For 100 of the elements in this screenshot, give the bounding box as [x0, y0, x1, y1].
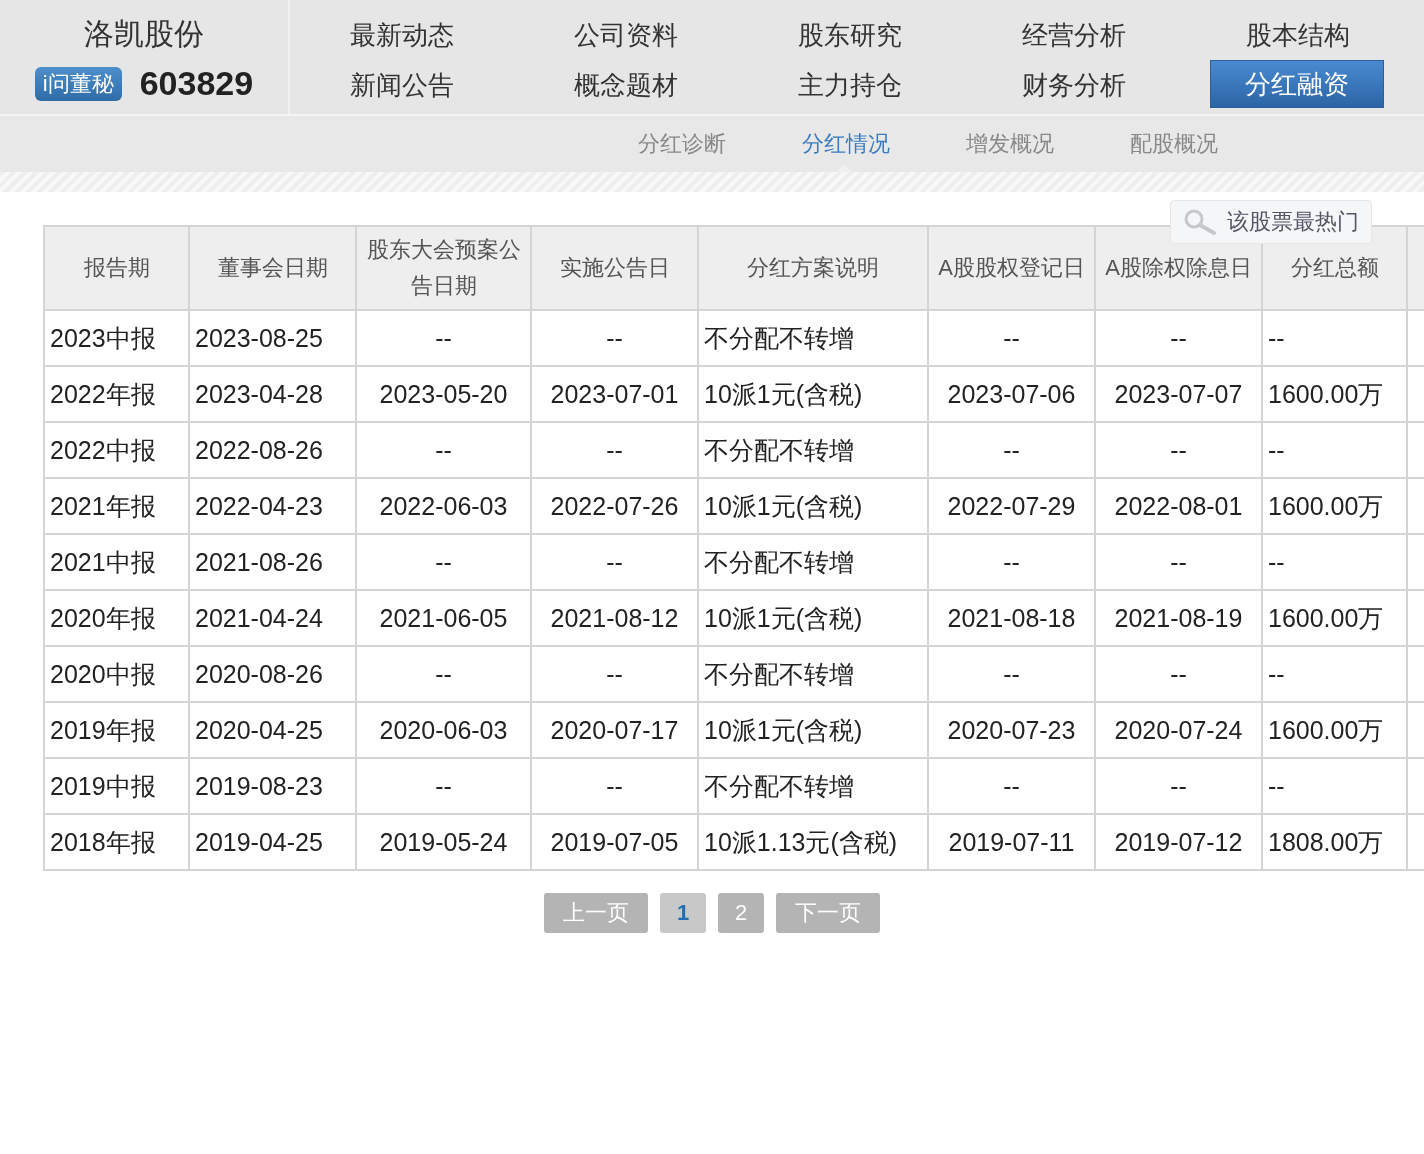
table-cell: 2019中报: [44, 758, 189, 814]
table-cell: 2018年报: [44, 814, 189, 870]
nav-tab[interactable]: 财务分析: [982, 60, 1166, 110]
table-cell: --: [356, 310, 531, 366]
search-tip[interactable]: 该股票最热门: [1170, 200, 1372, 244]
table-cell: 1600.00万: [1262, 590, 1407, 646]
table-cell: --: [1262, 310, 1407, 366]
table-cell: 2021-06-05: [356, 590, 531, 646]
company-name: 洛凯股份: [84, 16, 204, 52]
table-cell: 2023中报: [44, 310, 189, 366]
search-icon: [1183, 209, 1217, 235]
table-cell: 不分配不转增: [698, 534, 928, 590]
table-cell: --: [1262, 758, 1407, 814]
table-cell: 2021-08-18: [928, 590, 1095, 646]
table-cell: 不分配不转增: [698, 422, 928, 478]
table-cell: --: [1262, 646, 1407, 702]
ask-secretary-button[interactable]: i问董秘: [34, 66, 122, 101]
table-cell: 2019-05-24: [356, 814, 531, 870]
table-cell: 1600.00万: [1262, 478, 1407, 534]
table-cell: --: [928, 534, 1095, 590]
table-cell: 2019-07-11: [928, 814, 1095, 870]
table-cell: --: [1095, 758, 1262, 814]
table-cell: 2021-08-19: [1095, 590, 1262, 646]
table-cell: 2020-04-25: [189, 702, 356, 758]
nav-tab[interactable]: 主力持仓: [758, 60, 942, 110]
table-cell: 2023-04-28: [189, 366, 356, 422]
table-cell: 2020-06-03: [356, 702, 531, 758]
table-cell: 1600.00万: [1262, 366, 1407, 422]
table-cell: --: [1262, 422, 1407, 478]
column-header: 实施公告日: [531, 226, 698, 310]
table-cell: --: [1262, 534, 1407, 590]
table-cell: 2022中报: [44, 422, 189, 478]
table-cell: 2019年报: [44, 702, 189, 758]
table-cell: 10派1元(含税): [698, 590, 928, 646]
table-cell: 1808.00万: [1262, 814, 1407, 870]
table-cell: 2019-04-25: [189, 814, 356, 870]
nav-tab[interactable]: 公司资料: [534, 10, 718, 60]
table-cell: 2019-07-12: [1095, 814, 1262, 870]
table-cell: 2020-07-24: [1095, 702, 1262, 758]
table-cell: 10派1元(含税): [698, 702, 928, 758]
table-cell: --: [356, 646, 531, 702]
table-cell: 2022-08-26: [189, 422, 356, 478]
table-cell: 2020中报: [44, 646, 189, 702]
table-cell: --: [356, 422, 531, 478]
table-cell: 2022-07-29: [928, 478, 1095, 534]
table-cell: 2023-05-20: [356, 366, 531, 422]
table-cell: 2021中报: [44, 534, 189, 590]
table-cell: 10派1元(含税): [698, 478, 928, 534]
table-cell: --: [928, 758, 1095, 814]
table-cell: 2023-07-01: [531, 366, 698, 422]
table-cell: 2022-07-26: [531, 478, 698, 534]
column-header: A股股权登记日: [928, 226, 1095, 310]
table-cell: 2022-04-23: [189, 478, 356, 534]
table-cell: --: [928, 646, 1095, 702]
table-cell: 2021-08-12: [531, 590, 698, 646]
table-cell: 不分配不转增: [698, 310, 928, 366]
table-cell: 2023-07-06: [928, 366, 1095, 422]
stock-code: 603829: [139, 64, 254, 103]
column-header: 分红方案说明: [698, 226, 928, 310]
sub-tab[interactable]: 分红情况: [764, 116, 928, 172]
table-cell: --: [1095, 310, 1262, 366]
table-cell: --: [531, 646, 698, 702]
nav-tab[interactable]: 股本结构: [1206, 10, 1390, 60]
nav-tab[interactable]: 股东研究: [758, 10, 942, 60]
column-header: 报告期: [44, 226, 189, 310]
table-cell: 2023-07-07: [1095, 366, 1262, 422]
table-cell: --: [531, 310, 698, 366]
table-cell: 不分配不转增: [698, 646, 928, 702]
table-cell: 2020-07-23: [928, 702, 1095, 758]
table-cell: 2019-07-05: [531, 814, 698, 870]
table-cell: --: [356, 534, 531, 590]
table-cell: 2020-08-26: [189, 646, 356, 702]
table-cell: 10派1元(含税): [698, 366, 928, 422]
table-cell: 不分配不转增: [698, 758, 928, 814]
table-cell: --: [356, 758, 531, 814]
table-cell: --: [531, 422, 698, 478]
table-cell: 2021-04-24: [189, 590, 356, 646]
table-cell: 2021-08-26: [189, 534, 356, 590]
table-cell: 2022-06-03: [356, 478, 531, 534]
table-cell: --: [1095, 422, 1262, 478]
nav-tab[interactable]: 最新动态: [310, 10, 494, 60]
table-cell: 10派1.13元(含税): [698, 814, 928, 870]
nav-tab[interactable]: 分红融资: [1210, 60, 1384, 108]
nav-tab[interactable]: 新闻公告: [310, 60, 494, 110]
nav-tab[interactable]: 经营分析: [982, 10, 1166, 60]
table-cell: --: [928, 422, 1095, 478]
column-header: 董事会日期: [189, 226, 356, 310]
column-header: 股东大会预案公告日期: [356, 226, 531, 310]
table-cell: --: [531, 534, 698, 590]
table-cell: 2023-08-25: [189, 310, 356, 366]
table-cell: --: [531, 758, 698, 814]
table-cell: 2022年报: [44, 366, 189, 422]
nav-tab[interactable]: 概念题材: [534, 60, 718, 110]
table-cell: 2021年报: [44, 478, 189, 534]
table-cell: 2022-08-01: [1095, 478, 1262, 534]
table-cell: --: [928, 310, 1095, 366]
table-cell: 2020年报: [44, 590, 189, 646]
table-cell: 1600.00万: [1262, 702, 1407, 758]
table-cell: 2019-08-23: [189, 758, 356, 814]
table-cell: --: [1095, 646, 1262, 702]
